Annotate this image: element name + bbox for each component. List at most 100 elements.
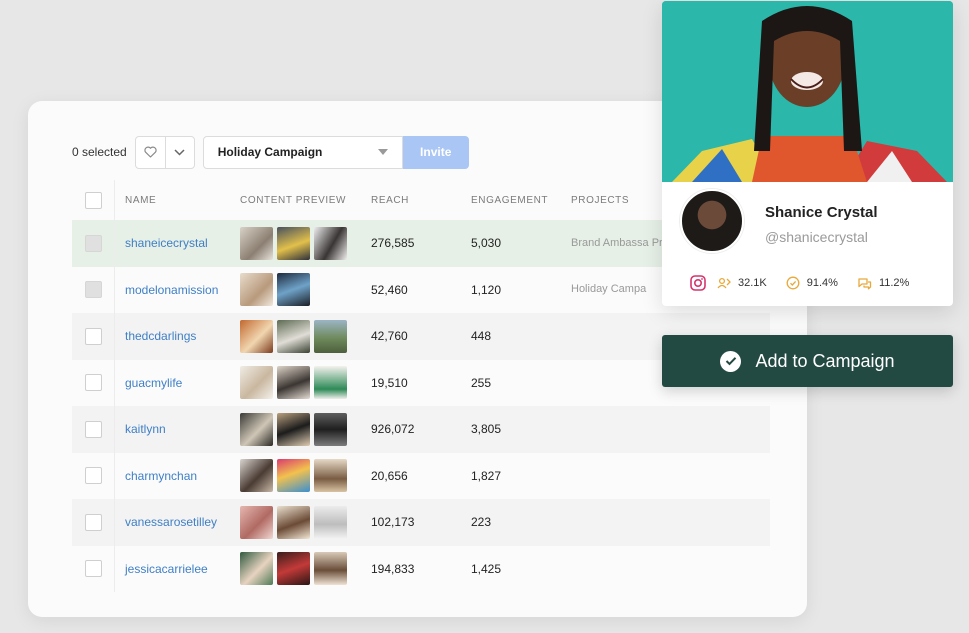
influencer-profile-card: Shanice Crystal @shanicecrystal 32.1K 91…: [662, 1, 953, 306]
content-thumbnail[interactable]: [314, 226, 347, 260]
column-header-reach[interactable]: REACH: [371, 195, 471, 206]
more-actions-dropdown[interactable]: [164, 136, 194, 168]
content-thumbnail[interactable]: [240, 552, 273, 586]
content-thumbnail[interactable]: [314, 412, 347, 446]
content-thumbnail[interactable]: [240, 505, 273, 539]
instagram-icon[interactable]: [690, 275, 706, 291]
engagement-rate: 11.2%: [878, 277, 910, 289]
content-thumbnail[interactable]: [240, 226, 273, 260]
campaign-select[interactable]: Holiday Campaign: [202, 135, 403, 169]
engagement-value: 1,827: [471, 468, 502, 483]
heart-icon: [144, 146, 157, 158]
content-thumbnail[interactable]: [277, 273, 310, 307]
content-thumbnail[interactable]: [240, 412, 273, 446]
invite-button[interactable]: Invite: [402, 135, 469, 169]
reach-value: 20,656: [371, 468, 408, 483]
content-thumbnail[interactable]: [277, 459, 310, 493]
influencer-name-link[interactable]: shaneicecrystal: [115, 236, 240, 250]
profile-photo-illustration: [662, 1, 953, 182]
select-all-checkbox[interactable]: [84, 191, 102, 209]
content-thumbnail[interactable]: [277, 505, 310, 539]
caret-down-icon: [377, 149, 388, 155]
chevron-down-icon: [174, 148, 185, 156]
favorite-button[interactable]: [136, 137, 165, 168]
verified-badge-icon: [786, 276, 800, 290]
influencer-name-link[interactable]: thedcdarlings: [115, 329, 240, 343]
profile-handle[interactable]: @shanicecrystal: [765, 229, 868, 245]
engagement-value: 1,425: [471, 561, 502, 576]
chat-bubble-icon: [858, 277, 872, 289]
reach-value: 926,072: [371, 422, 415, 437]
engagement-value: 3,805: [471, 422, 502, 437]
table-row[interactable]: jessicacarrielee 194,833 1,425: [72, 545, 770, 592]
influencer-name-link[interactable]: kaitlynn: [115, 422, 240, 436]
profile-stats: 32.1K 91.4% 11.2%: [690, 275, 909, 291]
influencer-name-link[interactable]: charmynchan: [115, 469, 240, 483]
engagement-value: 223: [471, 515, 492, 530]
followers-icon: [717, 277, 731, 289]
reach-value: 52,460: [371, 282, 408, 297]
content-preview: [240, 552, 371, 586]
check-circle-icon: [720, 350, 742, 372]
content-thumbnail[interactable]: [240, 366, 273, 400]
content-thumbnail[interactable]: [314, 459, 347, 493]
row-actions-group: [134, 135, 195, 169]
campaign-select-value: Holiday Campaign: [217, 145, 323, 159]
content-thumbnail[interactable]: [314, 505, 347, 539]
select-all-cell: [72, 180, 115, 220]
row-checkbox[interactable]: [84, 513, 102, 531]
content-thumbnail[interactable]: [314, 366, 347, 400]
add-to-campaign-button[interactable]: Add to Campaign: [662, 335, 953, 387]
content-preview: [240, 412, 371, 446]
influencer-name-link[interactable]: jessicacarrielee: [115, 562, 240, 576]
avatar[interactable]: [680, 189, 744, 253]
content-preview: [240, 273, 371, 307]
influencer-name-link[interactable]: modelonamission: [115, 283, 240, 297]
row-checkbox[interactable]: [84, 374, 102, 392]
influencer-name-link[interactable]: vanessarosetilley: [115, 515, 240, 529]
content-thumbnail[interactable]: [240, 459, 273, 493]
row-checkbox[interactable]: [84, 467, 102, 485]
row-checkbox[interactable]: [84, 327, 102, 345]
content-preview: [240, 505, 371, 539]
authenticity-rate: 91.4%: [806, 277, 838, 289]
row-checkbox[interactable]: [84, 281, 102, 299]
content-thumbnail[interactable]: [277, 366, 310, 400]
influencer-name-link[interactable]: guacmylife: [115, 376, 240, 390]
engagement-value: 5,030: [471, 236, 502, 251]
selected-count: 0 selected: [72, 145, 127, 159]
profile-hero-photo: [662, 1, 953, 182]
content-thumbnail[interactable]: [314, 552, 347, 586]
row-checkbox[interactable]: [84, 420, 102, 438]
content-preview: [240, 366, 371, 400]
content-preview: [240, 459, 371, 493]
add-to-campaign-label: Add to Campaign: [755, 350, 895, 371]
column-header-name[interactable]: NAME: [115, 195, 240, 206]
table-row[interactable]: vanessarosetilley 102,173 223: [72, 499, 770, 546]
content-thumbnail[interactable]: [277, 319, 310, 353]
engagement-value: 448: [471, 329, 492, 344]
column-header-preview: CONTENT PREVIEW: [240, 194, 347, 206]
reach-value: 19,510: [371, 375, 408, 390]
table-row[interactable]: charmynchan 20,656 1,827: [72, 452, 770, 499]
content-preview: [240, 226, 371, 260]
content-thumbnail[interactable]: [277, 412, 310, 446]
table-row[interactable]: kaitlynn 926,072 3,805: [72, 406, 770, 453]
followers-count: 32.1K: [738, 277, 767, 289]
row-checkbox[interactable]: [84, 560, 102, 578]
content-preview: [240, 319, 371, 353]
content-thumbnail[interactable]: [240, 319, 273, 353]
reach-value: 42,760: [371, 329, 408, 344]
column-header-engagement[interactable]: ENGAGEMENT: [471, 195, 571, 206]
engagement-value: 1,120: [471, 282, 502, 297]
content-thumbnail[interactable]: [240, 273, 273, 307]
reach-value: 102,173: [371, 515, 415, 530]
engagement-value: 255: [471, 375, 492, 390]
table-toolbar: 0 selected Holiday Campaign Invite: [72, 135, 469, 169]
content-thumbnail[interactable]: [277, 226, 310, 260]
content-thumbnail[interactable]: [314, 319, 347, 353]
reach-value: 194,833: [371, 561, 415, 576]
content-thumbnail[interactable]: [277, 552, 310, 586]
row-checkbox[interactable]: [84, 234, 102, 252]
reach-value: 276,585: [371, 236, 415, 251]
